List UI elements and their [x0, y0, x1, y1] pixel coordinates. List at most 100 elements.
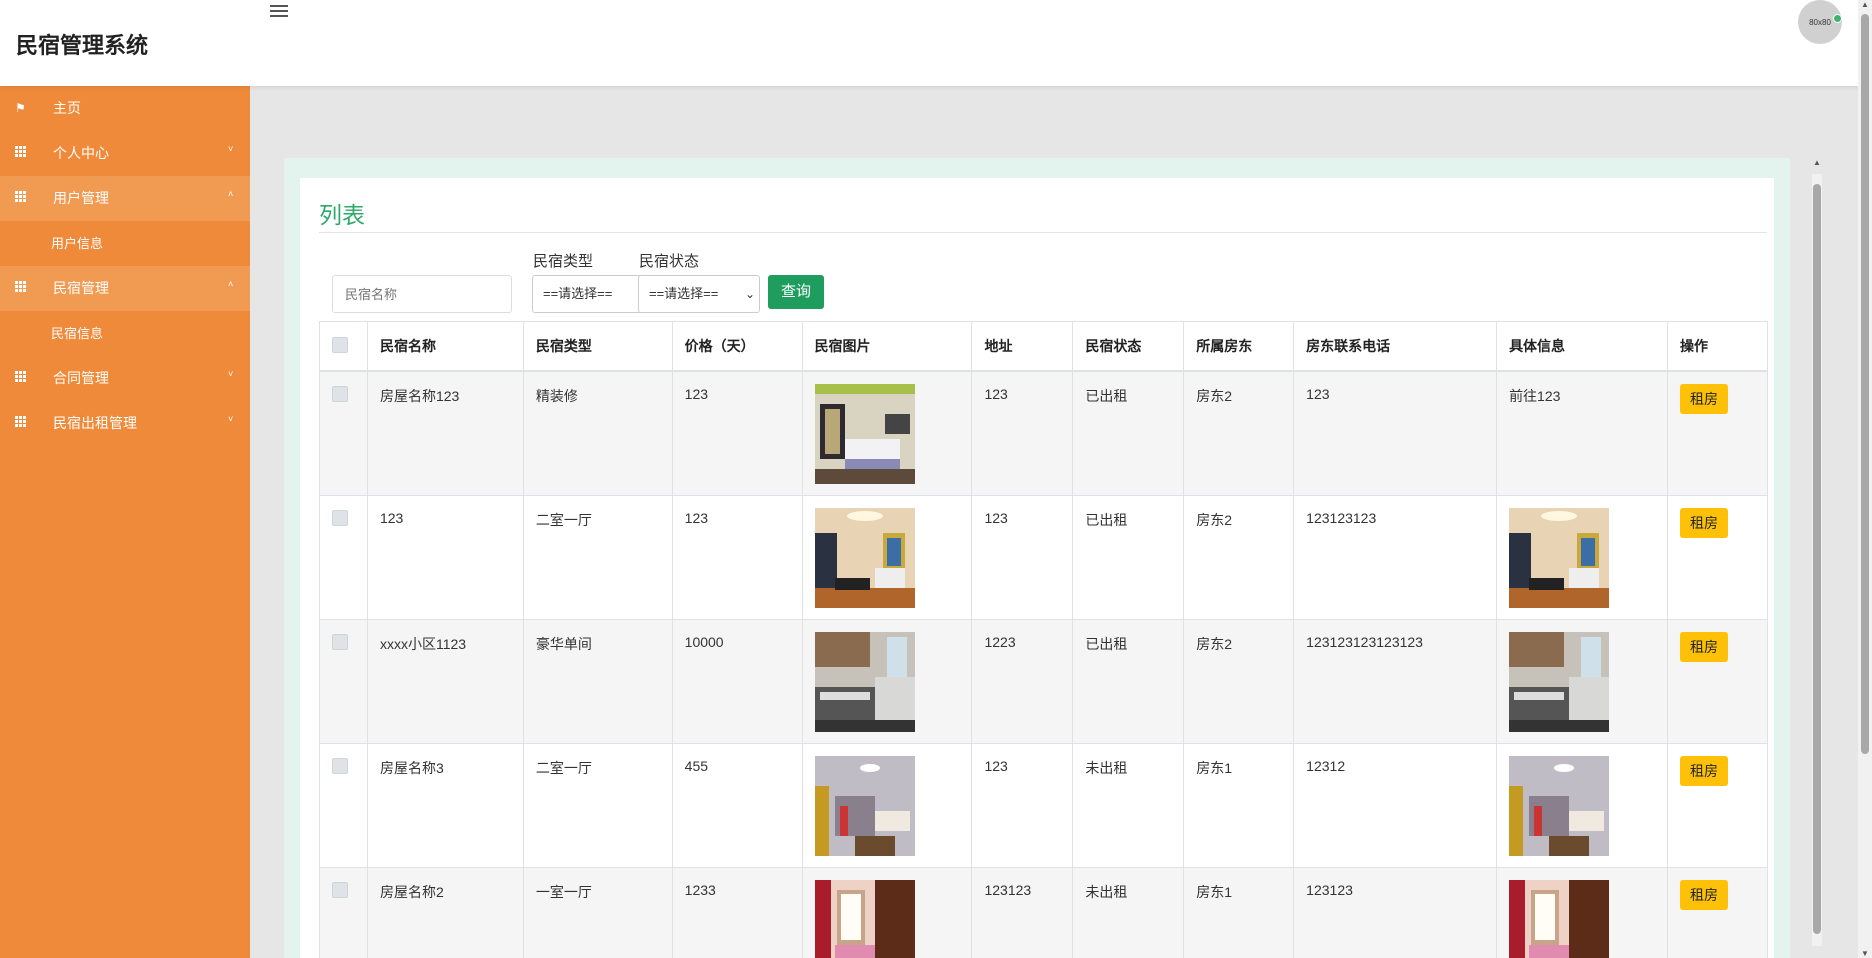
type-filter-label: 民宿类型	[533, 253, 594, 270]
type-cell: 二室一厅	[522, 494, 673, 620]
type-cell: 二室一厅	[522, 742, 673, 868]
column-header: 房东联系电话	[1293, 321, 1498, 372]
detail-photo	[1509, 507, 1610, 608]
status-cell: 已出租	[1072, 618, 1185, 744]
type-cell: 精装修	[522, 370, 673, 496]
image-cell	[801, 866, 973, 958]
rent-button[interactable]: 租房	[1679, 384, 1728, 414]
price-cell: 10000	[671, 618, 803, 744]
address-cell: 123	[971, 494, 1074, 620]
image-cell	[801, 370, 973, 496]
info-cell	[1496, 618, 1668, 744]
column-header: 民宿类型	[522, 321, 673, 372]
row-select-cell	[319, 742, 368, 868]
rent-button[interactable]: 租房	[1679, 507, 1728, 538]
scroll-down-icon[interactable]: ▼	[1858, 949, 1872, 958]
homestay-photo	[814, 631, 915, 732]
rent-button[interactable]: 租房	[1679, 631, 1728, 662]
sidebar-item-label: 个人中心	[53, 145, 109, 161]
info-cell	[1496, 494, 1668, 620]
content-panel: 列表 民宿类型 ==请选择== ⌄ 民宿状态 ==请选择== ⌄ 查询	[284, 158, 1790, 958]
row-checkbox[interactable]	[332, 881, 348, 898]
sidebar-item-label: 主页	[53, 100, 81, 116]
row-checkbox[interactable]	[332, 509, 348, 526]
homestay-photo	[814, 879, 915, 958]
avatar-placeholder-text: 80x80	[1809, 17, 1831, 27]
row-select-cell	[319, 370, 368, 496]
column-header: 民宿名称	[366, 321, 524, 372]
table-row[interactable]: xxxx小区1123 豪华单间 10000 1223 已出租 房东2 12312312312…	[319, 618, 1769, 744]
name-search-input[interactable]	[332, 275, 512, 313]
landlord-cell: 房东1	[1183, 866, 1295, 958]
page-scrollbar[interactable]: ▲ ▼	[1858, 0, 1872, 958]
sidebar-item-0[interactable]: ⚑ 主页	[0, 86, 250, 131]
content-scrollbar[interactable]: ▲	[1812, 158, 1822, 958]
action-cell: 租房	[1666, 618, 1769, 744]
menu-toggle-icon[interactable]	[270, 2, 288, 18]
avatar[interactable]: 80x80	[1798, 0, 1842, 44]
phone-cell: 123123123123123	[1293, 618, 1498, 744]
grid-icon	[15, 191, 27, 203]
chevron-down-icon: ˅	[228, 369, 234, 379]
price-cell: 123	[671, 370, 803, 496]
landlord-cell: 房东2	[1183, 494, 1295, 620]
action-cell: 租房	[1666, 866, 1769, 958]
status-select[interactable]: ==请选择== ⌄	[638, 275, 760, 313]
scroll-up-icon[interactable]: ▲	[1858, 0, 1872, 9]
select-all-checkbox[interactable]	[332, 336, 348, 353]
sidebar-item-3[interactable]: 民宿管理 ˄	[0, 266, 250, 311]
table-row[interactable]: 123 二室一厅 123 123 已出租 房东2 123123123 租房	[319, 494, 1769, 620]
top-header: 民宿管理系统 80x80	[0, 0, 1872, 86]
scroll-thumb[interactable]	[1861, 14, 1869, 754]
homestay-photo	[814, 507, 915, 608]
name-cell: xxxx小区1123	[366, 618, 524, 744]
sidebar-item-label: 合同管理	[53, 370, 109, 386]
rent-button[interactable]: 租房	[1679, 755, 1728, 786]
query-button[interactable]: 查询	[768, 275, 824, 309]
scroll-thumb[interactable]	[1813, 184, 1821, 934]
type-select[interactable]: ==请选择== ⌄	[532, 275, 654, 313]
page-title: 列表	[319, 202, 365, 228]
phone-cell: 123	[1293, 370, 1498, 496]
list-card: 列表 民宿类型 ==请选择== ⌄ 民宿状态 ==请选择== ⌄ 查询	[300, 178, 1774, 958]
row-checkbox[interactable]	[332, 757, 348, 774]
sidebar-subitem[interactable]: 用户信息	[0, 221, 250, 266]
row-checkbox[interactable]	[332, 633, 348, 650]
image-cell	[801, 742, 973, 868]
column-header: 所属房东	[1183, 321, 1295, 372]
image-cell	[801, 494, 973, 620]
sidebar-item-label: 用户管理	[53, 190, 109, 206]
info-text: 前往123	[1509, 388, 1561, 404]
address-cell: 1223	[971, 618, 1074, 744]
sidebar-item-5[interactable]: 民宿出租管理 ˅	[0, 401, 250, 446]
chevron-down-icon: ˅	[228, 414, 234, 424]
table-row[interactable]: 房屋名称123 精装修 123 123 已出租 房东2 123 前往123 租房	[319, 370, 1769, 496]
table-row[interactable]: 房屋名称3 二室一厅 455 123 未出租 房东1 12312 租房	[319, 742, 1769, 868]
grid-icon	[15, 146, 27, 158]
sidebar-item-1[interactable]: 个人中心 ˅	[0, 131, 250, 176]
table-row[interactable]: 房屋名称2 一室一厅 1233 123123 未出租 房东1 123123 租房	[319, 866, 1769, 958]
detail-photo	[1509, 631, 1610, 732]
name-cell: 房屋名称123	[366, 370, 524, 496]
sidebar-subitem[interactable]: 民宿信息	[0, 311, 250, 356]
info-cell: 前往123	[1496, 370, 1668, 496]
column-header: 地址	[971, 321, 1074, 372]
sidebar-item-4[interactable]: 合同管理 ˅	[0, 356, 250, 401]
info-cell	[1496, 866, 1668, 958]
address-cell: 123	[971, 742, 1074, 868]
price-cell: 1233	[671, 866, 803, 958]
column-header: 民宿状态	[1072, 321, 1185, 372]
type-cell: 一室一厅	[522, 866, 673, 958]
landlord-cell: 房东1	[1183, 742, 1295, 868]
scroll-up-icon[interactable]: ▲	[1812, 158, 1822, 167]
rent-button[interactable]: 租房	[1679, 879, 1728, 910]
row-checkbox[interactable]	[332, 386, 348, 402]
action-cell: 租房	[1666, 370, 1769, 496]
sidebar: ⚑ 主页 个人中心 ˅ 用户管理 ˄ 用户信息 民宿管理 ˄ 民宿信息 合同管理 ˅ 民宿出租管理 ˅	[0, 86, 250, 958]
phone-cell: 123123	[1293, 866, 1498, 958]
detail-photo	[1509, 879, 1610, 958]
status-cell: 已出租	[1072, 370, 1185, 496]
sidebar-item-2[interactable]: 用户管理 ˄	[0, 176, 250, 221]
name-cell: 123	[366, 494, 524, 620]
sidebar-item-label: 民宿管理	[53, 280, 109, 296]
